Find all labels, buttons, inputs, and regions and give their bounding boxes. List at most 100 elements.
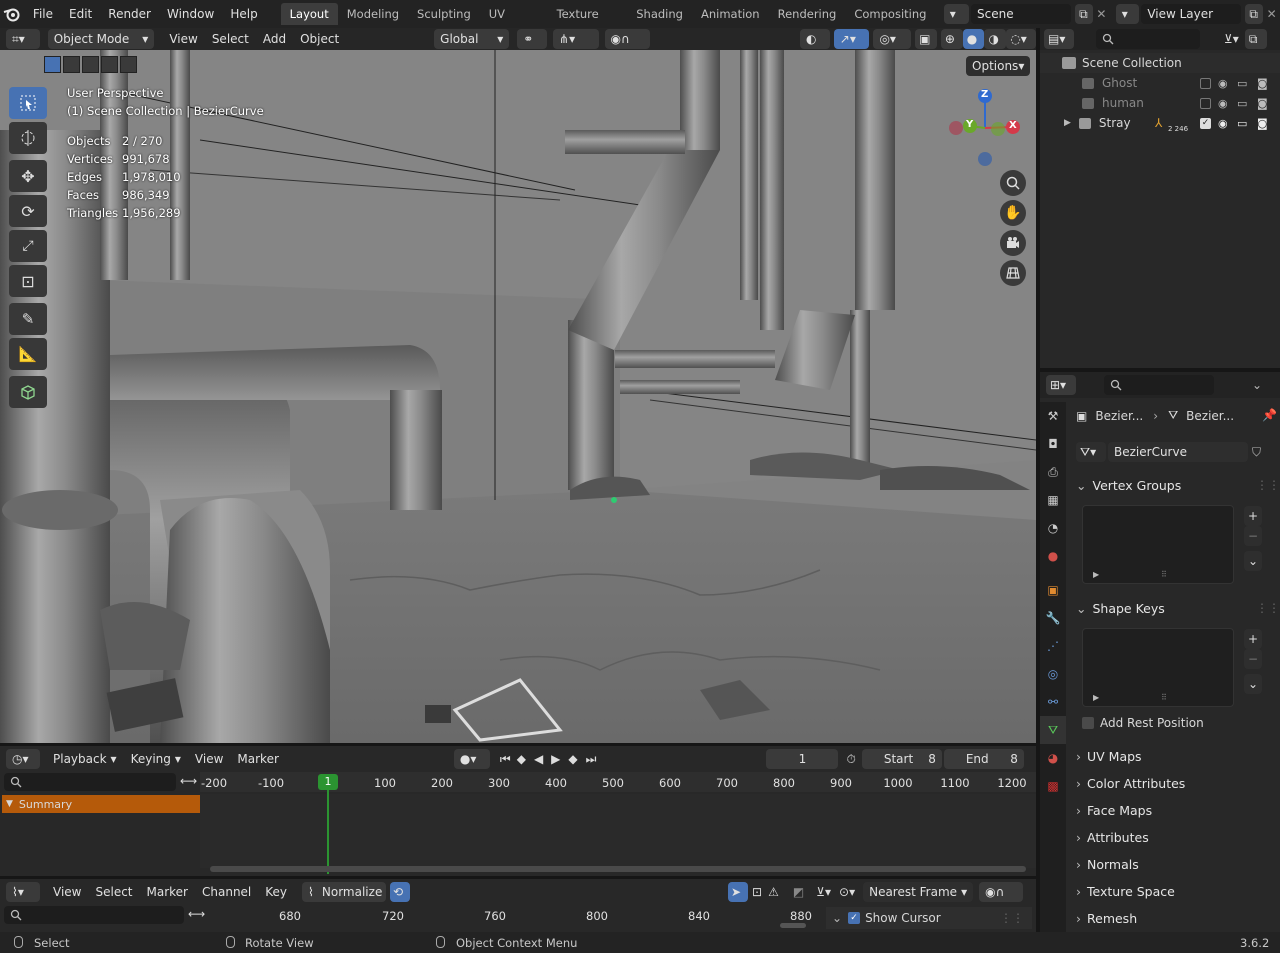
snap-icon[interactable]: ⋔▾ [553,29,599,49]
panel-normals-header[interactable]: › Normals [1076,857,1139,872]
texture-tab-icon[interactable]: ▩ [1040,772,1066,800]
scale-tool-icon[interactable]: ⤢ [9,230,47,262]
panel-shape-keys-header[interactable]: ⌄ Shape Keys [1076,601,1165,616]
constraints-tab-icon[interactable]: ⚯ [1040,688,1066,716]
output-tab-icon[interactable]: ⎙ [1040,458,1066,486]
list-expand-icon[interactable]: ▶ [1093,570,1099,579]
only-errors-icon[interactable]: ⚠ [768,885,779,899]
camera-icon[interactable]: ◙ [1257,117,1268,130]
play-reverse-icon[interactable]: ◀ [534,752,543,766]
blender-logo-icon[interactable] [0,6,25,22]
tab-texture-paint[interactable]: Texture Paint [548,3,628,43]
record-icon[interactable]: ●▾ [453,749,490,769]
properties-search-input[interactable] [1104,375,1214,395]
show-hidden-icon[interactable]: ⊡ [752,885,762,899]
solid-shading-icon[interactable]: ● [962,29,985,49]
select-intersect-icon[interactable] [120,56,137,73]
checkbox[interactable] [1200,97,1211,109]
measure-tool-icon[interactable]: 📐 [9,338,47,370]
view-layer-type-icon[interactable]: ▾ [1115,4,1140,24]
remove-shape-key-button[interactable]: − [1244,649,1262,669]
list-resize-grip-icon[interactable]: ⠿ [1161,570,1167,579]
world-tab-icon[interactable]: ● [1040,542,1066,570]
expand-arrow-icon[interactable]: ▶ [1064,118,1071,128]
editor-type-icon[interactable]: ⌗▾ [6,29,40,49]
current-frame-field[interactable]: 1 [766,749,839,769]
menu-timeline-marker[interactable]: Marker [230,749,285,769]
menu-edit[interactable]: Edit [61,3,100,25]
delete-view-layer-icon[interactable]: ✕ [1263,7,1280,21]
drag-grip-icon[interactable]: ⋮⋮ [1256,601,1280,615]
swap-arrows-icon[interactable]: ⟷ [188,907,205,921]
select-invert-icon[interactable] [101,56,118,73]
vertex-groups-list[interactable]: ▶ ⠿ [1082,505,1234,584]
menu-graph-marker[interactable]: Marker [140,882,195,902]
material-tab-icon[interactable]: ◕ [1040,744,1066,772]
menu-select[interactable]: Select [205,29,256,49]
add-vertex-group-button[interactable]: + [1244,506,1262,526]
new-view-layer-icon[interactable]: ⧉ [1245,4,1264,24]
scene-tab-icon[interactable]: ◔ [1040,514,1066,542]
graph-editor-type-icon[interactable]: ⌇▾ [6,882,40,902]
menu-graph-view[interactable]: View [46,882,88,902]
wireframe-shading-icon[interactable]: ⊕ [940,29,963,49]
visibility-icon[interactable]: ◐ [800,29,830,49]
proportional-edit-icon[interactable]: ◉∩ [604,29,651,49]
select-new-icon[interactable] [44,56,61,73]
summary-channel[interactable]: ▼ Summary [2,795,200,813]
panel-remesh-header[interactable]: › Remesh [1076,911,1137,926]
gizmo-toggle-icon[interactable]: ↗▾ [833,29,870,49]
pin-icon[interactable]: 📌 [1262,408,1277,422]
particles-tab-icon[interactable]: ⋰ [1040,632,1066,660]
3d-viewport[interactable]: User Perspective (1) Scene Collection | … [0,50,1036,743]
camera-icon[interactable]: ◙ [1257,77,1268,90]
tab-compositing[interactable]: Compositing [845,3,935,25]
camera-icon[interactable]: ◙ [1257,97,1268,110]
eye-icon[interactable]: ◉ [1218,97,1228,110]
expand-arrow-icon[interactable]: ▼ [6,799,13,809]
monitor-icon[interactable]: ▭ [1237,117,1247,130]
eye-icon[interactable]: ◉ [1218,77,1228,90]
overlay-toggle-icon[interactable]: ◎▾ [873,29,912,49]
filter-icon[interactable]: ⊻▾ [1224,32,1239,46]
cursor-tool-icon[interactable] [9,122,47,154]
create-ghost-icon[interactable]: ◩ [793,885,804,899]
graph-scrollbar[interactable] [780,923,806,928]
camera-view-icon[interactable] [1000,230,1026,256]
remove-vertex-group-button[interactable]: − [1244,526,1262,546]
tab-rendering[interactable]: Rendering [769,3,846,25]
outliner-search-input[interactable] [1096,29,1200,49]
add-shape-key-button[interactable]: + [1244,629,1262,649]
jump-end-icon[interactable]: ⏭ [586,752,597,767]
physics-tab-icon[interactable]: ◎ [1040,660,1066,688]
new-collection-icon[interactable]: ⧉ [1244,29,1267,49]
monitor-icon[interactable]: ▭ [1237,77,1247,90]
menu-graph-select[interactable]: Select [88,882,139,902]
filter-icon[interactable]: ⊻▾ [816,885,831,899]
show-cursor-checkbox[interactable]: ✓ [848,912,861,924]
list-resize-grip-icon[interactable]: ⠿ [1161,693,1167,702]
end-frame-field[interactable]: End 8 [943,749,1024,769]
data-tab-icon[interactable]: ⛛ [1040,716,1066,744]
outliner-row-ghost[interactable]: Ghost ◉ ▭ ◙ [1040,73,1280,93]
menu-render[interactable]: Render [100,3,159,25]
tab-animation[interactable]: Animation [692,3,769,25]
menu-graph-channel[interactable]: Channel [195,882,258,902]
panel-uv-maps-header[interactable]: › UV Maps [1076,749,1142,764]
select-subtract-icon[interactable] [82,56,99,73]
ortho-grid-icon[interactable] [1000,260,1026,286]
outliner-row-scene-collection[interactable]: Scene Collection [1040,53,1280,73]
object-tab-icon[interactable]: ▣ [1040,576,1066,604]
play-icon[interactable]: ▶ [551,752,560,766]
panel-face-maps-header[interactable]: › Face Maps [1076,803,1152,818]
menu-keying[interactable]: Keying ▾ [124,749,188,769]
menu-graph-key[interactable]: Key [258,882,294,902]
modifier-tab-icon[interactable]: 🔧 [1040,604,1066,632]
snap-mode-dropdown[interactable]: Nearest Frame ▾ [863,882,974,902]
rendered-shading-icon[interactable]: ◌▾ [1006,29,1036,49]
dopesheet-area[interactable] [200,794,1036,868]
zoom-icon[interactable] [1000,170,1026,196]
outliner-row-human[interactable]: human ◉ ▭ ◙ [1040,93,1280,113]
data-name-field[interactable]: BezierCurve [1108,442,1248,462]
monitor-icon[interactable]: ▭ [1237,97,1247,110]
